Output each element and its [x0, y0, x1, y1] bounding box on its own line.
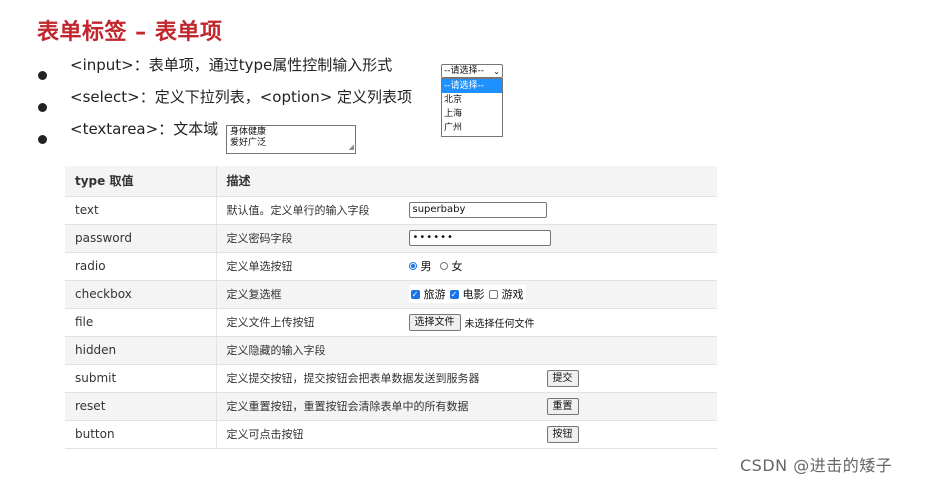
table-row: radio 定义单选按钮 男 女 [65, 252, 717, 281]
bullet-dot [38, 71, 47, 80]
reset-button-demo[interactable]: 重置 [546, 397, 579, 415]
desc-cell: 定义复选框 [226, 288, 282, 301]
button-demo[interactable]: 按钮 [546, 425, 579, 443]
checkbox-game-label: 游戏 [501, 288, 524, 301]
radio-male-label: 男 [420, 260, 432, 273]
header-desc: 描述 [216, 166, 717, 197]
type-attribute-table: type 取值 描述 text 默认值。定义单行的输入字段 superbaby … [65, 166, 717, 449]
type-cell: radio [65, 252, 217, 281]
desc-cell: 定义密码字段 [226, 232, 293, 245]
table-header-row: type 取值 描述 [65, 166, 717, 197]
choose-file-button[interactable]: 选择文件 [408, 313, 461, 331]
radio-female-label: 女 [451, 260, 463, 273]
chevron-down-icon: ⌄ [493, 67, 500, 76]
desc-cell: 定义可点击按钮 [226, 428, 304, 441]
demo-select-options[interactable]: --请选择-- 北京 上海 广州 [441, 78, 503, 137]
radio-male[interactable] [408, 262, 417, 270]
demo-textarea[interactable]: 身体健康 爱好广泛 ◢ [226, 125, 356, 154]
table-row: reset 定义重置按钮，重置按钮会清除表单中的所有数据 重置 [65, 392, 717, 421]
desc-cell: 默认值。定义单行的输入字段 [226, 204, 370, 217]
select-value: --请选择-- [444, 66, 484, 76]
desc-cell: 定义重置按钮，重置按钮会清除表单中的所有数据 [226, 400, 469, 413]
desc-cell: 定义单选按钮 [226, 260, 293, 273]
resize-grip-icon[interactable]: ◢ [349, 142, 354, 153]
bullet-dot [38, 135, 47, 144]
type-cell: hidden [65, 336, 217, 365]
type-cell: checkbox [65, 280, 217, 309]
select-option[interactable]: 广州 [442, 121, 502, 135]
watermark: CSDN @进击的矮子 [740, 456, 893, 475]
bullet-text: <textarea>：文本域 [70, 119, 219, 138]
type-cell: submit [65, 364, 217, 393]
select-option[interactable]: 北京 [442, 93, 502, 107]
type-cell: button [65, 420, 217, 449]
select-option[interactable]: --请选择-- [442, 79, 502, 93]
type-cell: reset [65, 392, 217, 421]
type-cell: text [65, 196, 217, 225]
bullet-dot [38, 103, 47, 112]
header-type: type 取值 [65, 166, 217, 197]
demo-select-box[interactable]: --请选择-- ⌄ [441, 64, 503, 78]
checkbox-travel[interactable]: ✓ [410, 289, 420, 299]
type-cell: file [65, 308, 217, 337]
radio-female[interactable] [439, 262, 448, 270]
table-row: file 定义文件上传按钮 选择文件 未选择任何文件 [65, 308, 717, 337]
desc-cell: 定义隐藏的输入字段 [226, 344, 326, 357]
type-cell: password [65, 224, 217, 253]
bullet-text: <input>：表单项，通过type属性控制输入形式 [70, 55, 393, 74]
table-row: hidden 定义隐藏的输入字段 [65, 336, 717, 365]
text-input-demo[interactable]: superbaby [408, 202, 547, 218]
table-row: text 默认值。定义单行的输入字段 superbaby [65, 196, 717, 225]
table-row: checkbox 定义复选框 ✓ 旅游 ✓ 电影 游戏 [65, 280, 717, 309]
slide-title: 表单标签 – 表单项 [37, 20, 223, 45]
table-row: button 定义可点击按钮 按钮 [65, 420, 717, 449]
checkbox-movie-label: 电影 [462, 288, 485, 301]
checkbox-travel-label: 旅游 [423, 288, 446, 301]
checkbox-game[interactable] [488, 289, 498, 299]
submit-button-demo[interactable]: 提交 [546, 369, 579, 387]
select-option[interactable]: 上海 [442, 107, 502, 121]
desc-cell: 定义文件上传按钮 [226, 316, 315, 329]
textarea-line: 爱好广泛 [230, 138, 267, 148]
textarea-line: 身体健康 [230, 127, 267, 137]
bullet-text: <select>：定义下拉列表，<option> 定义列表项 [70, 87, 413, 106]
checkbox-movie[interactable]: ✓ [449, 289, 459, 299]
file-status-text: 未选择任何文件 [464, 318, 535, 330]
table-row: password 定义密码字段 •••••• [65, 224, 717, 253]
password-input-demo[interactable]: •••••• [408, 230, 551, 246]
table-row: submit 定义提交按钮，提交按钮会把表单数据发送到服务器 提交 [65, 364, 717, 393]
desc-cell: 定义提交按钮，提交按钮会把表单数据发送到服务器 [226, 372, 480, 385]
